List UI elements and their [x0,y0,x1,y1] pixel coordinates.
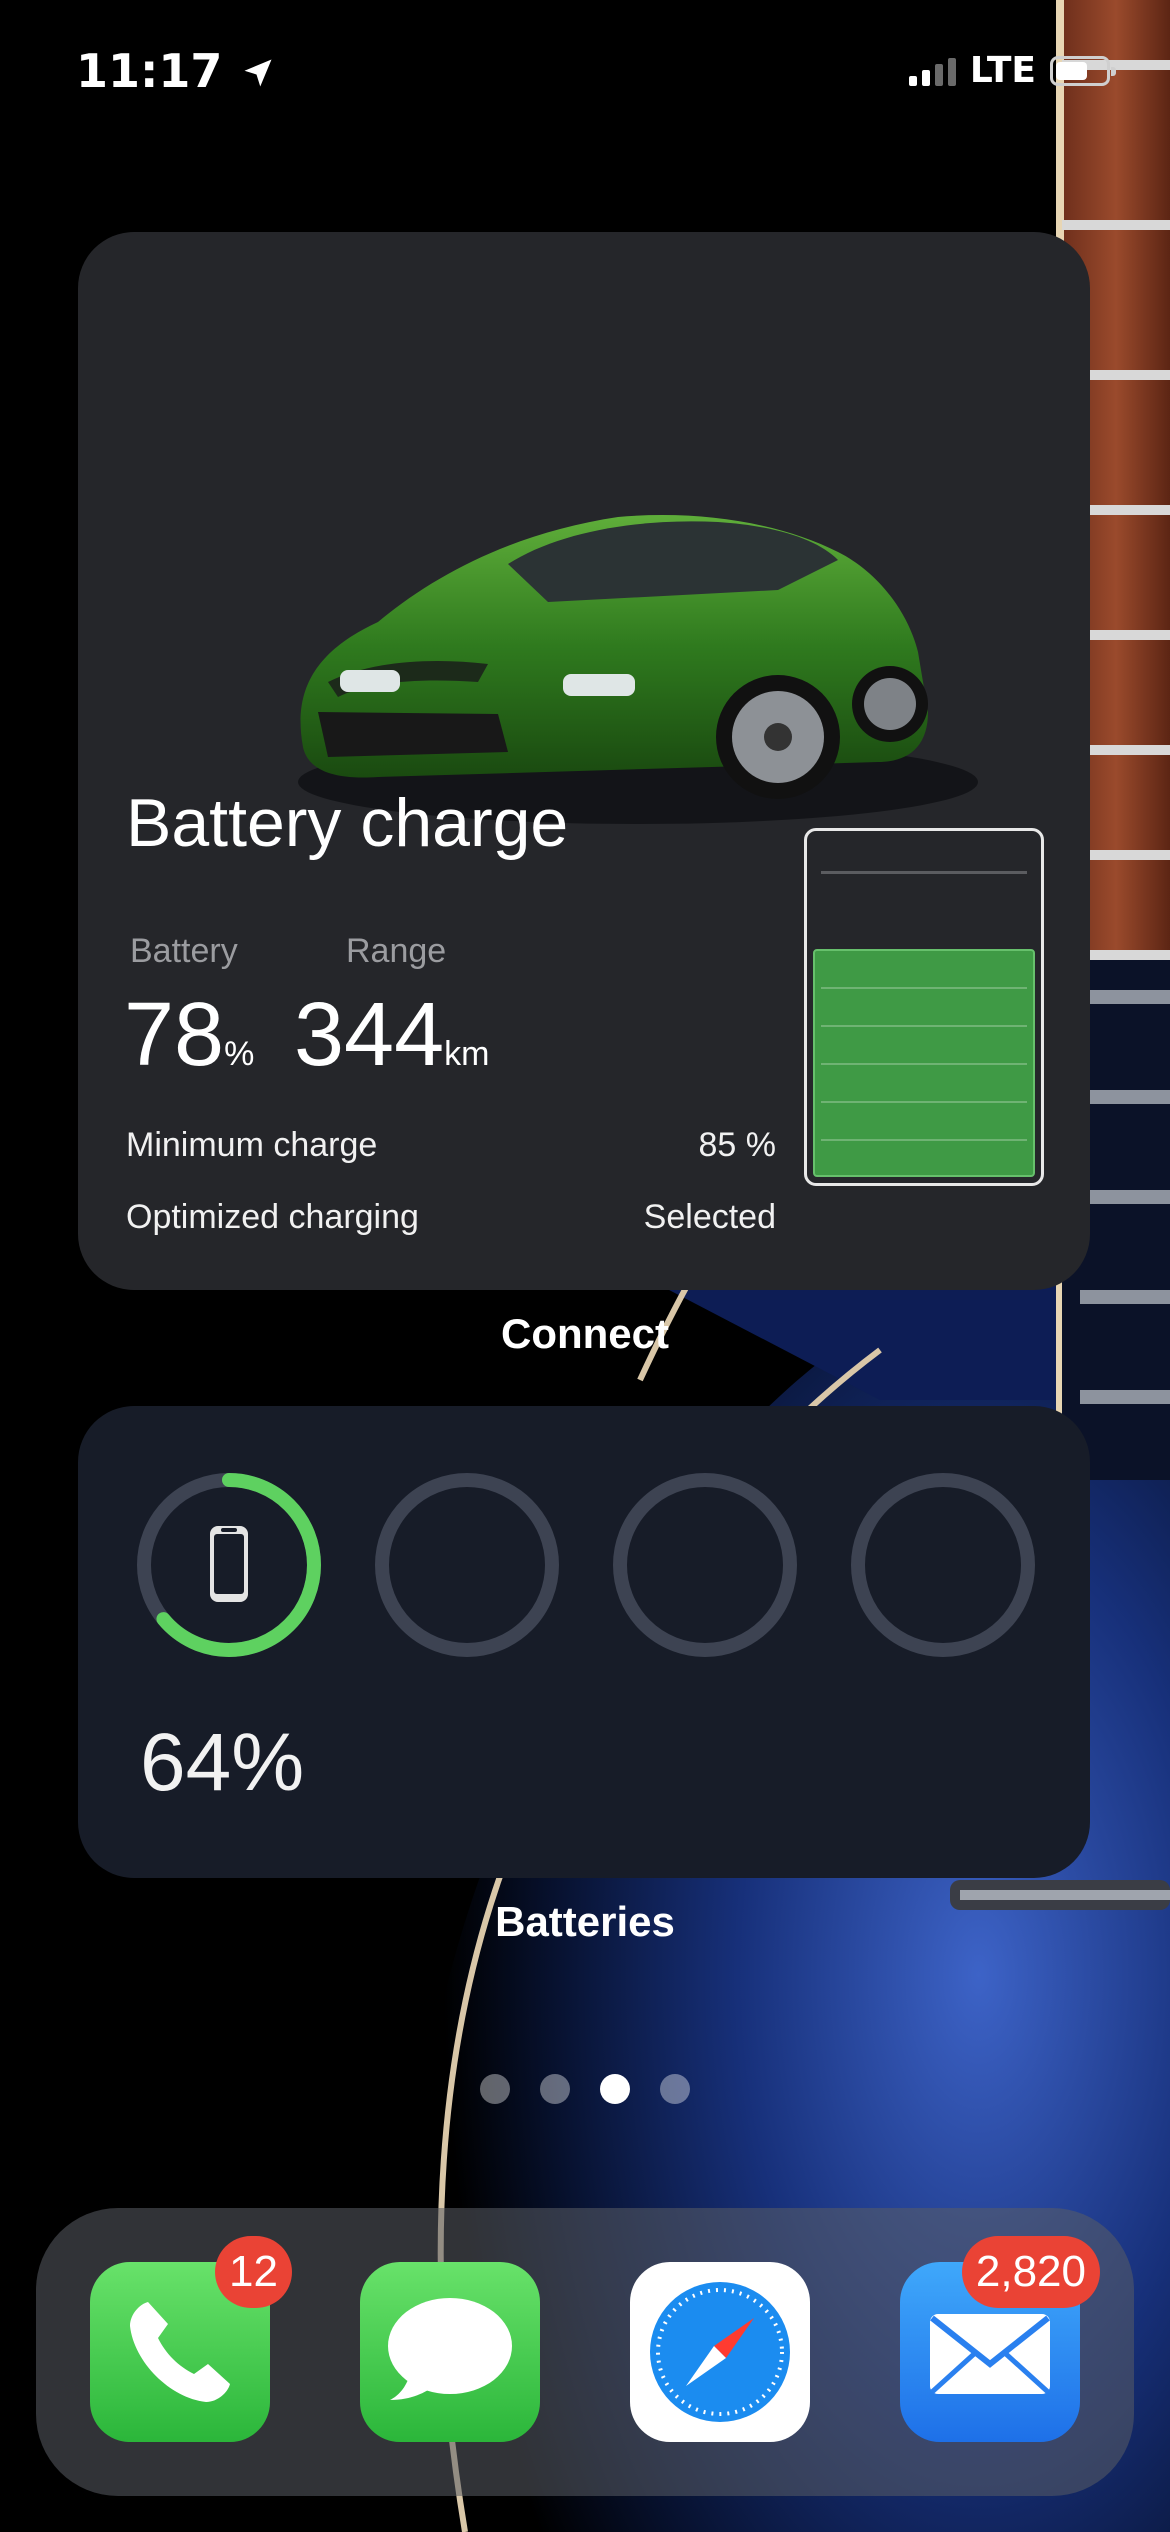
page-dot[interactable] [480,2074,510,2104]
range-label: Range [346,932,447,970]
page-indicator[interactable] [0,2074,1170,2104]
page-dot[interactable] [540,2074,570,2104]
optimized-charging-label: Optimized charging [126,1198,419,1236]
status-time: 11:17 [76,44,276,98]
batteries-widget[interactable]: 64% [78,1406,1090,1878]
phone-app[interactable]: 12 [90,2236,292,2442]
range-unit: km [444,1035,490,1073]
network-type: LTE [969,50,1036,91]
empty-battery-ring [375,1473,559,1657]
empty-battery-ring [851,1473,1035,1657]
battery-icon [1050,55,1116,86]
optimized-charging-value: Selected [643,1198,776,1236]
iphone-icon [210,1526,248,1602]
dock: 12 2,820 [36,2208,1134,2496]
location-arrow-icon [244,59,272,87]
charge-gauge [804,828,1044,1186]
porsche-battery-widget[interactable]: Battery charge Battery Range 78% 344km M… [78,232,1090,1290]
battery-unit: % [224,1035,255,1073]
status-indicators: LTE [908,50,1116,91]
device-battery-percent: 64% [140,1717,305,1808]
empty-battery-ring [613,1473,797,1657]
phone-badge: 12 [215,2236,292,2308]
charge-level-fill [813,949,1035,1177]
page-dot[interactable] [660,2074,690,2104]
messages-icon [360,2262,540,2442]
widget-title: Battery charge [126,785,569,861]
range-value: 344km [294,985,490,1085]
messages-app[interactable] [360,2262,540,2442]
mail-badge: 2,820 [961,2236,1100,2308]
battery-value: 78% [124,985,255,1085]
min-charge-value: 85 % [698,1126,777,1164]
mail-app[interactable]: 2,820 [900,2236,1100,2442]
min-charge-label: Minimum charge [126,1126,378,1164]
page-dot-active[interactable] [600,2074,630,2104]
batteries-caption: Batteries [495,1898,675,1945]
cellular-signal-icon [908,56,956,86]
safari-app[interactable] [630,2262,810,2442]
compass-icon [630,2262,810,2442]
battery-label: Battery [130,932,238,970]
device-battery-ring [137,1473,321,1657]
connect-caption: Connect [501,1310,669,1357]
